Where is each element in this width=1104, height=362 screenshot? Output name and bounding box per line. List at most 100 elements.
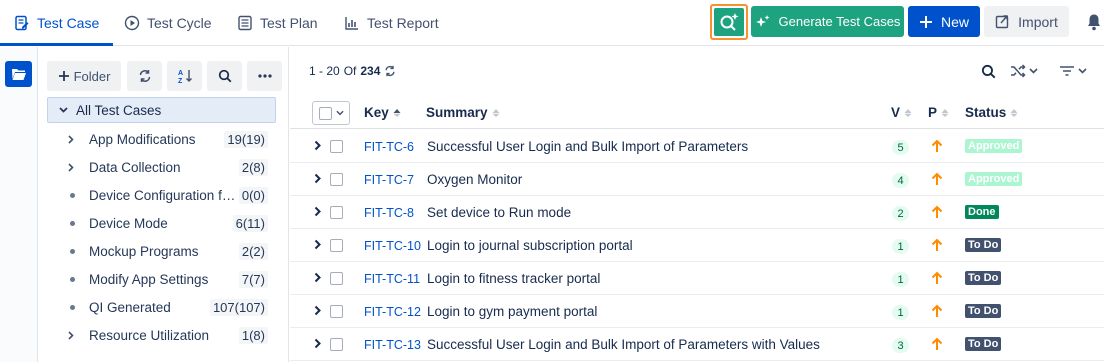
generate-test-cases-button[interactable]: Generate Test Cases — [751, 6, 904, 37]
row-summary[interactable]: Set device to Run mode — [427, 205, 571, 220]
column-settings-button[interactable] — [1010, 64, 1038, 78]
row-key[interactable]: FIT-TC-8 — [364, 206, 414, 220]
tree-item-label: Resource Utilization — [89, 327, 210, 343]
search-folders-button[interactable] — [207, 61, 242, 91]
tab-test-report[interactable]: Test Report — [344, 0, 439, 45]
row-checkbox[interactable] — [330, 173, 343, 186]
select-all-checkbox[interactable] — [312, 101, 350, 125]
tree-item-modify-app-settings[interactable]: Modify App Settings 7(7) — [68, 269, 268, 289]
filter-button[interactable] — [1059, 64, 1087, 78]
tab-test-cycle[interactable]: Test Cycle — [124, 0, 212, 45]
tree-item-app-modifications[interactable]: App Modifications 19(19) — [68, 129, 268, 149]
status-badge: To Do — [965, 271, 1002, 285]
more-options-button[interactable] — [247, 61, 282, 91]
chevron-right-icon[interactable] — [314, 272, 321, 283]
table-row[interactable]: FIT-TC-8 Set device to Run mode 2 Done — [290, 196, 1104, 229]
chevron-right-icon[interactable] — [314, 338, 321, 349]
import-button[interactable]: Import — [984, 6, 1069, 37]
open-folder-icon — [11, 69, 26, 80]
row-key[interactable]: FIT-TC-7 — [364, 173, 414, 187]
refresh-folders-button[interactable] — [127, 61, 162, 91]
row-summary[interactable]: Oxygen Monitor — [427, 172, 522, 187]
row-summary[interactable]: Login to fitness tracker portal — [427, 271, 600, 286]
column-priority-label: P — [928, 105, 938, 120]
tab-test-case[interactable]: Test Case — [0, 0, 114, 46]
bell-icon[interactable] — [1086, 13, 1102, 31]
status-badge: To Do — [965, 337, 1002, 351]
sort-icon — [492, 108, 500, 117]
tree-item-label: Device Configuration fo... — [89, 187, 239, 203]
tab-test-plan[interactable]: Test Plan — [237, 0, 318, 45]
version-badge: 1 — [892, 305, 909, 320]
new-label: New — [940, 13, 969, 30]
tree-item-resource-utilization[interactable]: Resource Utilization 1(8) — [68, 325, 268, 345]
pagination-info: 1 - 20 Of 234 — [309, 64, 396, 78]
chevron-right-icon[interactable] — [314, 239, 321, 250]
bullet-icon — [70, 304, 75, 310]
chevron-right-icon[interactable] — [314, 173, 321, 184]
search-icon[interactable] — [981, 64, 996, 79]
table-row[interactable]: FIT-TC-13 Successful User Login and Bulk… — [290, 328, 1104, 361]
column-key[interactable]: Key — [364, 105, 401, 120]
refresh-icon[interactable] — [384, 65, 396, 77]
test-cycle-icon — [124, 15, 140, 30]
tab-label: Test Report — [367, 14, 439, 31]
row-summary[interactable]: Login to gym payment portal — [427, 304, 597, 319]
table-row[interactable]: FIT-TC-7 Oxygen Monitor 4 Approved — [290, 163, 1104, 196]
row-summary[interactable]: Login to journal subscription portal — [427, 238, 633, 253]
tree-item-qi-generated[interactable]: QI Generated 107(107) — [68, 297, 268, 317]
priority-high-icon — [931, 139, 943, 152]
column-version[interactable]: V — [891, 105, 912, 120]
chevron-down-icon — [1078, 68, 1087, 74]
row-key[interactable]: FIT-TC-6 — [364, 140, 414, 154]
new-button[interactable]: New — [908, 6, 980, 37]
version-badge: 2 — [892, 206, 909, 221]
priority-high-icon — [931, 238, 943, 251]
column-version-label: V — [891, 105, 901, 120]
row-key[interactable]: FIT-TC-13 — [364, 338, 421, 352]
row-key[interactable]: FIT-TC-12 — [364, 305, 421, 319]
row-checkbox[interactable] — [330, 140, 343, 153]
chevron-right-icon[interactable] — [314, 305, 321, 316]
row-checkbox[interactable] — [330, 272, 343, 285]
table-row[interactable]: FIT-TC-10 Login to journal subscription … — [290, 229, 1104, 262]
ai-search-button[interactable] — [710, 4, 748, 40]
tree-item-mockup-programs[interactable]: Mockup Programs 2(2) — [68, 241, 268, 261]
column-priority[interactable]: P — [928, 105, 949, 120]
table-row[interactable]: FIT-TC-6 Successful User Login and Bulk … — [290, 130, 1104, 163]
checkbox-icon — [318, 106, 332, 120]
svg-text:Z: Z — [178, 78, 183, 84]
row-key[interactable]: FIT-TC-11 — [364, 272, 420, 286]
row-summary[interactable]: Successful User Login and Bulk Import of… — [427, 139, 748, 154]
tree-item-device-configuration[interactable]: Device Configuration fo... 0(0) — [68, 185, 268, 205]
tab-label: Test Case — [37, 15, 100, 31]
tree-item-count: 107(107) — [209, 298, 268, 316]
chevron-right-icon[interactable] — [314, 206, 321, 217]
add-folder-button[interactable]: Folder — [47, 61, 121, 91]
bullet-icon — [70, 192, 75, 198]
sort-asc-icon — [393, 108, 401, 117]
filter-icon — [1060, 66, 1074, 76]
row-key[interactable]: FIT-TC-10 — [364, 239, 421, 253]
sort-folders-button[interactable]: AZ — [167, 61, 202, 91]
test-case-list-panel: 1 - 20 Of 234 Key Summary V P Status FIT… — [290, 47, 1104, 362]
refresh-icon — [139, 70, 150, 82]
column-status[interactable]: Status — [965, 105, 1018, 120]
column-summary[interactable]: Summary — [426, 105, 500, 120]
left-rail — [0, 47, 38, 362]
row-summary[interactable]: Successful User Login and Bulk Import of… — [427, 337, 820, 352]
row-checkbox[interactable] — [330, 305, 343, 318]
row-checkbox[interactable] — [330, 239, 343, 252]
table-row[interactable]: FIT-TC-12 Login to gym payment portal 1 … — [290, 295, 1104, 328]
chevron-right-icon[interactable] — [314, 140, 321, 151]
row-checkbox[interactable] — [330, 206, 343, 219]
pager-of-label: Of — [343, 64, 357, 78]
tree-item-data-collection[interactable]: Data Collection 2(8) — [68, 157, 268, 177]
table-row[interactable]: FIT-TC-11 Login to fitness tracker porta… — [290, 262, 1104, 295]
tree-root-all-test-cases[interactable]: All Test Cases — [47, 97, 276, 123]
row-checkbox[interactable] — [330, 338, 343, 351]
tab-label: Test Cycle — [147, 14, 212, 31]
tree-item-device-mode[interactable]: Device Mode 6(11) — [68, 213, 268, 233]
folder-view-button[interactable] — [5, 61, 32, 87]
test-plan-icon — [238, 15, 252, 30]
